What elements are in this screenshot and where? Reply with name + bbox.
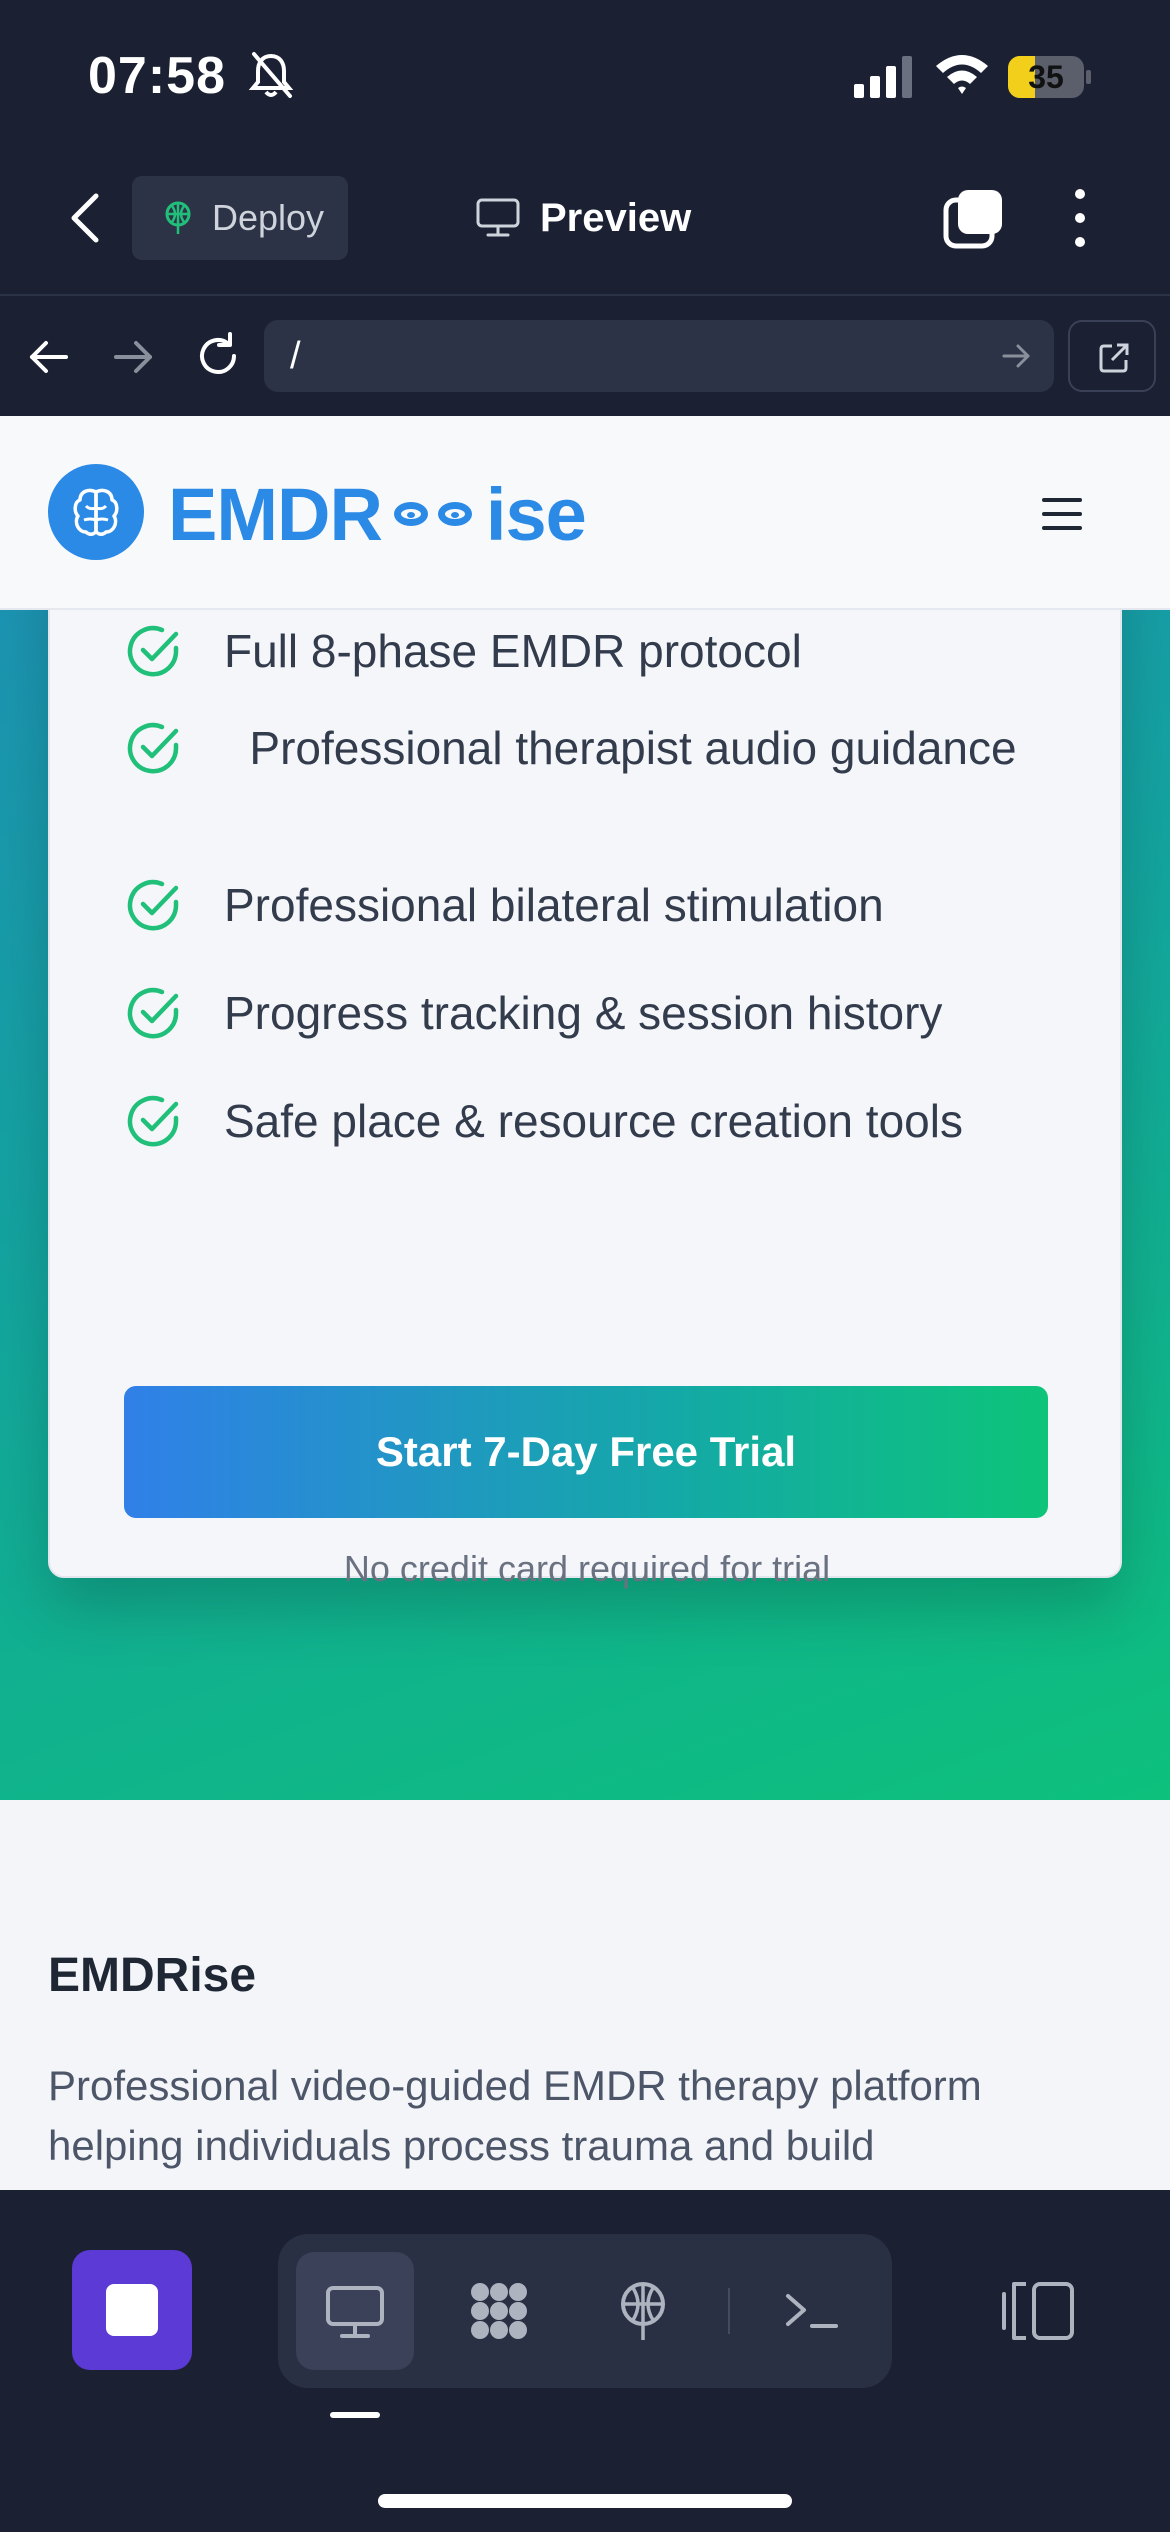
preview-label: Preview [540,195,692,240]
brain-icon[interactable] [48,464,144,560]
panel-icon[interactable] [1000,2280,1076,2342]
chevron-left-icon[interactable] [62,190,106,246]
grid-icon [471,2283,527,2339]
feature-item: Professional therapist audio guidance [124,712,1084,784]
feature-label: Safe place & resource creation tools [224,1095,963,1147]
trial-note: No credit card required for trial [343,1548,831,1589]
stop-button[interactable] [72,2250,192,2370]
footer-title: EMDRise [48,1949,257,2002]
feature-label: Progress tracking & session history [224,987,943,1039]
home-indicator [378,2494,792,2508]
external-link-icon [1099,343,1129,373]
hamburger-menu-icon[interactable] [1040,496,1084,532]
battery-level: 35 [1028,59,1064,95]
check-circle-icon [127,879,179,931]
logo-eyes-icon [393,502,472,526]
tab-deploy[interactable] [584,2252,702,2370]
more-vertical-icon[interactable] [1060,186,1100,250]
view-switcher [278,2234,892,2388]
url-input[interactable]: / [264,320,1054,392]
url-text: / [290,335,301,377]
arrow-left-icon[interactable] [26,334,72,380]
feature-label: Full 8-phase EMDR protocol [224,625,802,677]
reload-icon[interactable] [194,332,242,380]
check-circle-icon [127,1095,179,1147]
tab-terminal[interactable] [752,2252,870,2370]
open-external-button[interactable] [1068,320,1156,392]
divider [728,2288,730,2334]
check-circle-icon [127,722,179,774]
feature-item: Progress tracking & session history [124,984,942,1042]
monitor-icon [326,2286,384,2338]
site-header: EMDR ise [0,416,1170,610]
deploy-icon [165,201,191,234]
deploy-icon [621,2282,665,2340]
battery-icon: 35 [1008,56,1091,98]
bell-slash-icon [248,52,294,98]
site-logo[interactable]: EMDR ise [168,466,587,562]
tab-preview-view[interactable] [296,2252,414,2370]
status-bar: 07:58 35 [0,0,1170,150]
logo-text-part2: ise [485,472,587,556]
browser-bar: / [0,298,1170,416]
tab-workspace[interactable] [440,2252,558,2370]
tab-preview[interactable]: Preview [476,190,691,246]
bottom-toolbar [0,2190,1170,2532]
feature-item: Safe place & resource creation tools [124,1092,963,1150]
check-circle-icon [127,987,179,1039]
app-toolbar: Deploy Preview [0,150,1170,296]
signal-icon [854,56,912,98]
wifi-icon [936,55,988,94]
monitor-icon [476,198,520,237]
logo-text-part1: EMDR [168,472,383,556]
arrow-right-icon[interactable] [110,334,156,380]
start-trial-button[interactable]: Start 7-Day Free Trial [124,1386,1048,1518]
check-circle-icon [127,625,179,677]
pricing-card: Full 8-phase EMDR protocol Professional … [48,536,1122,1589]
go-arrow-icon[interactable] [1002,342,1032,370]
feature-label: Professional therapist audio guidance [249,722,1017,774]
footer-description: Professional video-guided EMDR therapy p… [48,2062,982,2169]
deploy-label: Deploy [212,197,325,238]
feature-label: Professional bilateral stimulation [224,879,884,931]
status-time: 07:58 [88,47,226,105]
deploy-button[interactable]: Deploy [132,176,348,260]
feature-item: Full 8-phase EMDR protocol [124,622,802,680]
stop-icon [106,2284,158,2336]
active-tab-indicator [330,2412,380,2418]
feature-item: Professional bilateral stimulation [124,876,884,934]
web-viewport: EMDR ise Full 8-phase EMDR protocol Prof… [0,416,1170,2190]
tabs-icon[interactable] [942,186,1006,250]
terminal-icon [786,2294,838,2328]
